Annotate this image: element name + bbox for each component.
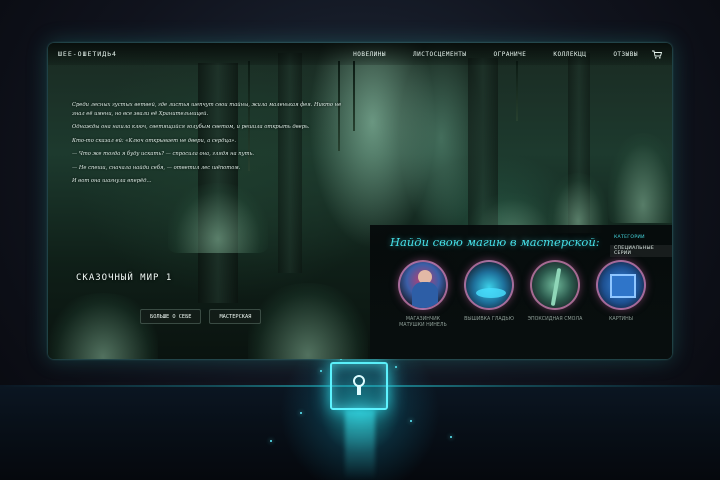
nav-item-5[interactable]: Отзывы (613, 51, 638, 58)
fern (168, 183, 268, 253)
story-paragraph: — Что же тогда я буду искать? — спросила… (72, 151, 255, 157)
story-paragraph: Среди лесных густых ветвей, где листья ш… (72, 102, 342, 117)
hero-story: Среди лесных густых ветвей, где листья ш… (72, 101, 342, 191)
nav-menu: Новелины Листосцементы Ограниче Коллекцц… (326, 51, 638, 58)
card-image (530, 260, 580, 310)
vine (353, 61, 355, 131)
category-tabs: Категории Специальные серии (610, 231, 672, 257)
category-card[interactable]: Вышивка гладью (458, 260, 520, 323)
story-paragraph: И вот она шагнула вперёд… (72, 178, 152, 184)
keyhole-box[interactable] (330, 362, 388, 410)
category-card[interactable]: Магазинчик матушки Нинель (392, 260, 454, 330)
website-screen: ШЕЕ-ОШЕТИДЬ4 Новелины Листосцементы Огра… (48, 43, 672, 359)
nav-item-3[interactable]: Ограниче (494, 51, 527, 58)
top-nav: ШЕЕ-ОШЕТИДЬ4 Новелины Листосцементы Огра… (48, 43, 672, 65)
workshop-title: Найди свою магию в мастерской: (390, 235, 600, 249)
story-paragraph: Однажды она нашла ключ, светящийся голуб… (72, 124, 310, 130)
nav-item-4[interactable]: Коллекцц (553, 51, 586, 58)
story-paragraph: Кто-то сказал ей: «Ключ открывает не две… (72, 137, 236, 144)
nav-item-1[interactable]: Новелины (353, 51, 386, 58)
card-label: Вышивка гладью (464, 317, 514, 322)
cart-icon[interactable] (652, 50, 662, 59)
key-reflection (345, 410, 375, 480)
workshop-button[interactable]: Мастерская (209, 309, 262, 324)
tab-categories[interactable]: Категории (610, 231, 672, 243)
card-image (464, 260, 514, 310)
category-card[interactable]: Картины (590, 260, 652, 323)
fern (608, 133, 672, 223)
card-label: Магазинчик матушки Нинель (399, 317, 447, 329)
workshop-panel: Найди свою магию в мастерской: Категории… (370, 225, 672, 359)
hero-headline: Сказочный мир 1 (76, 273, 173, 283)
keyhole-icon (353, 375, 365, 395)
about-button[interactable]: Больше о себе (140, 309, 202, 324)
tab-special-series[interactable]: Специальные серии (610, 245, 672, 257)
site-logo[interactable]: ШЕЕ-ОШЕТИДЬ4 (58, 50, 117, 58)
card-label: Эпоксидная смола (527, 317, 583, 322)
card-image (596, 260, 646, 310)
card-image (398, 260, 448, 310)
story-paragraph: — Не спеши, сначала найди себя, — ответи… (72, 164, 241, 171)
category-card[interactable]: Эпоксидная смола (524, 260, 586, 323)
card-label: Картины (609, 317, 633, 322)
vine (516, 61, 518, 121)
nav-item-2[interactable]: Листосцементы (413, 51, 466, 58)
hero-buttons: Больше о себе Мастерская (140, 309, 262, 324)
